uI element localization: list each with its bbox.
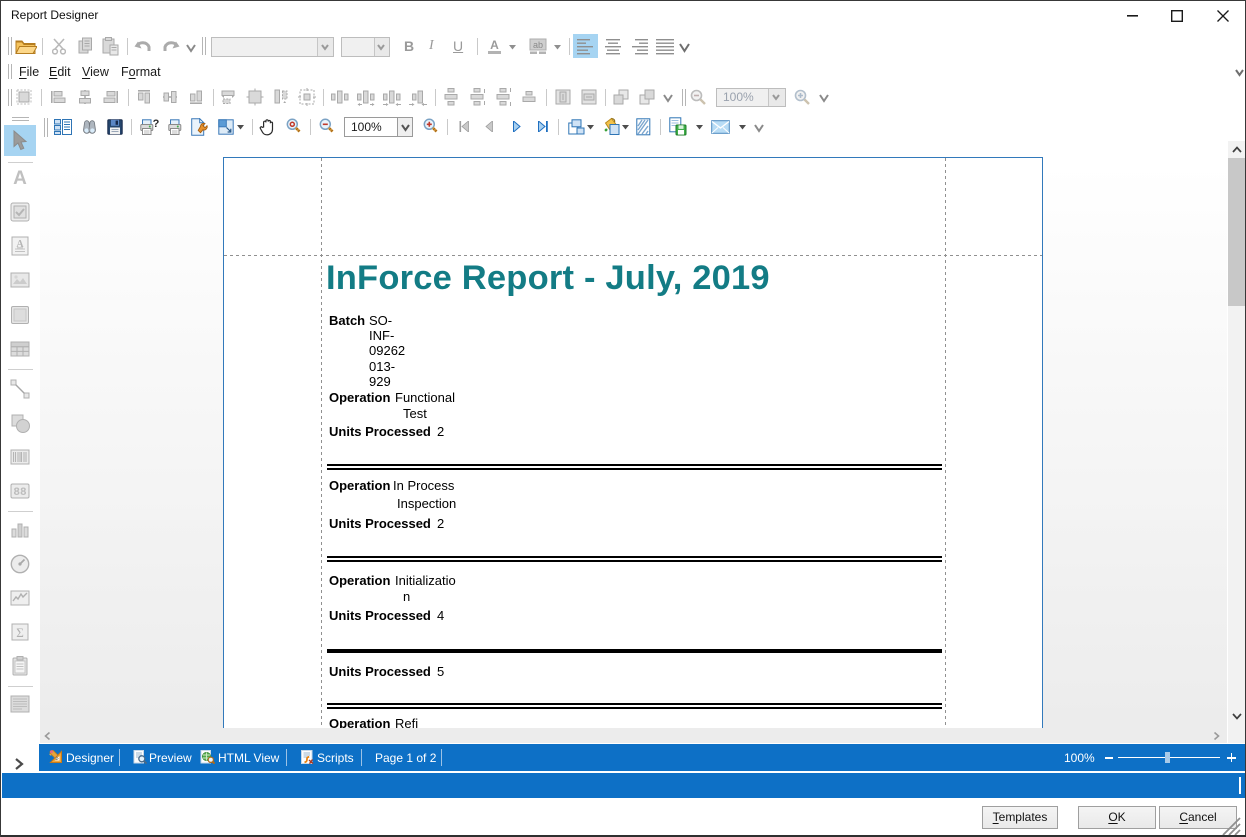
svg-text:A: A — [13, 168, 27, 189]
svg-text:?: ? — [153, 119, 159, 130]
svg-text:A: A — [16, 239, 24, 250]
svg-text:88: 88 — [13, 487, 27, 499]
svg-text:A: A — [490, 38, 499, 52]
svg-text:ab: ab — [533, 40, 543, 50]
svg-text:Σ: Σ — [16, 625, 24, 640]
